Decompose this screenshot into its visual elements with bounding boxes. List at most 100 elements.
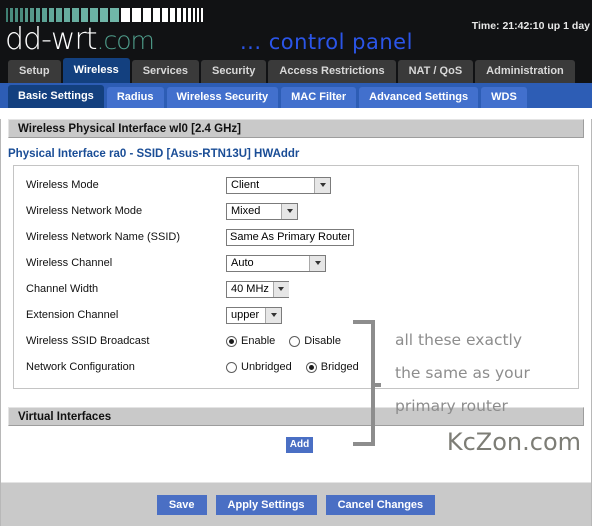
physical-interface-section-header: Wireless Physical Interface wl0 [2.4 GHz…	[8, 119, 584, 138]
ssid-broadcast-option-enable[interactable]: Enable	[226, 335, 275, 347]
network-configuration-label: Network Configuration	[26, 361, 135, 373]
logo-suffix-text: .com	[96, 26, 155, 55]
logo-bar-18	[143, 8, 151, 22]
logo-bar-0	[6, 8, 8, 22]
chevron-down-icon	[314, 177, 330, 193]
logo-bar-25	[193, 8, 195, 22]
app-header: dd-wrt.com ... control panel Time: 21:42…	[0, 0, 592, 58]
logo-bar-21	[170, 8, 175, 22]
wireless-channel-select[interactable]: Auto	[226, 254, 326, 272]
wireless-settings-form: Wireless Mode Client Wireless Network Mo…	[13, 165, 579, 389]
subtab-wds[interactable]: WDS	[481, 87, 527, 108]
tab-administration[interactable]: Administration	[475, 60, 575, 83]
logo-bar-23	[183, 8, 186, 22]
logo-bar-4	[25, 8, 28, 22]
chevron-down-icon	[281, 203, 297, 219]
radio-icon[interactable]	[289, 335, 301, 347]
logo-bar-13	[90, 8, 98, 22]
logo-bar-20	[162, 8, 168, 22]
logo-main-text: dd-wrt	[5, 22, 98, 57]
ssid-label: Wireless Network Name (SSID)	[26, 231, 181, 243]
wireless-network-mode-select[interactable]: Mixed	[226, 202, 298, 220]
ssid-broadcast-option-disable[interactable]: Disable	[289, 335, 341, 347]
subtab-radius[interactable]: Radius	[106, 87, 164, 108]
network-configuration-option-label: Bridged	[320, 361, 359, 373]
field-row-wireless-network-mode: Wireless Network Mode Mixed	[14, 198, 578, 224]
uptime-clock: Time: 21:42:10 up 1 day	[471, 20, 590, 32]
logo-bar-10	[64, 8, 70, 22]
save-button[interactable]: Save	[156, 494, 207, 515]
radio-icon[interactable]	[226, 361, 237, 373]
field-row-ssid: Wireless Network Name (SSID)	[14, 224, 578, 250]
logo-bar-19	[153, 8, 160, 22]
virtual-interfaces-section-header: Virtual Interfaces	[8, 407, 584, 426]
logo-bar-6	[36, 8, 40, 22]
logo-bar-26	[197, 8, 199, 22]
tab-wireless[interactable]: Wireless	[62, 58, 130, 83]
channel-width-select[interactable]: 40 MHz	[226, 280, 289, 298]
network-configuration-option-label: Unbridged	[241, 361, 292, 373]
channel-width-label: Channel Width	[26, 283, 99, 295]
chevron-down-icon	[272, 281, 289, 297]
tab-setup[interactable]: Setup	[8, 60, 61, 83]
logo-bar-17	[132, 8, 141, 22]
wireless-channel-label: Wireless Channel	[26, 257, 113, 269]
network-configuration-option-unbridged[interactable]: Unbridged	[226, 361, 292, 373]
chevron-down-icon	[309, 255, 325, 271]
network-configuration-option-bridged[interactable]: Bridged	[305, 361, 359, 373]
subtab-advanced-settings[interactable]: Advanced Settings	[359, 87, 479, 108]
field-row-wireless-mode: Wireless Mode Client	[14, 172, 578, 198]
ssid-broadcast-option-label: Enable	[241, 335, 276, 347]
logo-bar-7	[42, 8, 47, 22]
subtab-basic-settings[interactable]: Basic Settings	[8, 85, 104, 108]
logo-bar-12	[81, 8, 88, 22]
wireless-mode-value: Client	[231, 178, 260, 191]
signal-bars-logo-graphic	[6, 6, 203, 22]
page-body: Wireless Physical Interface wl0 [2.4 GHz…	[0, 119, 592, 526]
physical-interface-subheading: Physical Interface ra0 - SSID [Asus-RTN1…	[8, 148, 300, 160]
tab-security[interactable]: Security	[200, 60, 267, 83]
extension-channel-value: upper	[231, 308, 260, 321]
logo-bar-8	[49, 8, 54, 22]
field-row-extension-channel: Extension Channel upper	[14, 302, 578, 328]
channel-width-value: 40 MHz	[231, 282, 269, 295]
logo-bar-5	[30, 8, 34, 22]
subtab-mac-filter[interactable]: MAC Filter	[281, 87, 357, 108]
logo-bar-22	[177, 8, 181, 22]
field-row-ssid-broadcast: Wireless SSID Broadcast Enable Disable	[14, 328, 578, 354]
logo-bar-14	[100, 8, 108, 22]
logo-bar-16	[121, 8, 130, 22]
tab-nat-qos[interactable]: NAT / QoS	[397, 60, 474, 83]
action-button-bar: Save Apply Settings Cancel Changes	[1, 482, 591, 526]
wireless-mode-select[interactable]: Client	[226, 176, 331, 194]
logo-bar-3	[20, 8, 23, 22]
logo-bar-27	[201, 8, 203, 22]
network-configuration-radio-group: Unbridged Bridged	[226, 361, 373, 373]
primary-tab-bar: Setup Wireless Services Security Access Rest…	[0, 58, 592, 83]
ssid-broadcast-radio-group: Enable Disable	[226, 335, 355, 347]
logo-bar-1	[10, 8, 13, 22]
wireless-mode-label: Wireless Mode	[26, 179, 99, 191]
field-row-channel-width: Channel Width 40 MHz	[14, 276, 578, 302]
field-row-network-configuration: Network Configuration Unbridged Bridged	[14, 354, 578, 380]
logo-bar-9	[56, 8, 62, 22]
add-virtual-interface-button[interactable]: Add	[286, 437, 313, 453]
radio-icon[interactable]	[305, 361, 317, 373]
ssid-broadcast-label: Wireless SSID Broadcast	[26, 335, 150, 347]
field-row-wireless-channel: Wireless Channel Auto	[14, 250, 578, 276]
extension-channel-select[interactable]: upper	[226, 306, 282, 324]
site-watermark: KcZon.com	[446, 428, 581, 456]
apply-settings-button[interactable]: Apply Settings	[215, 494, 317, 515]
ssid-broadcast-option-label: Disable	[304, 335, 341, 347]
wireless-network-mode-value: Mixed	[231, 204, 261, 217]
ssid-input[interactable]	[226, 228, 354, 246]
tab-services[interactable]: Services	[131, 60, 199, 83]
logo-bar-2	[15, 8, 18, 22]
subtab-wireless-security[interactable]: Wireless Security	[166, 87, 279, 108]
radio-icon[interactable]	[226, 335, 237, 347]
tab-access-restrictions[interactable]: Access Restrictions	[268, 60, 396, 83]
cancel-changes-button[interactable]: Cancel Changes	[325, 494, 436, 515]
logo-bar-24	[188, 8, 191, 22]
chevron-down-icon	[265, 307, 281, 323]
extension-channel-label: Extension Channel	[26, 309, 119, 321]
